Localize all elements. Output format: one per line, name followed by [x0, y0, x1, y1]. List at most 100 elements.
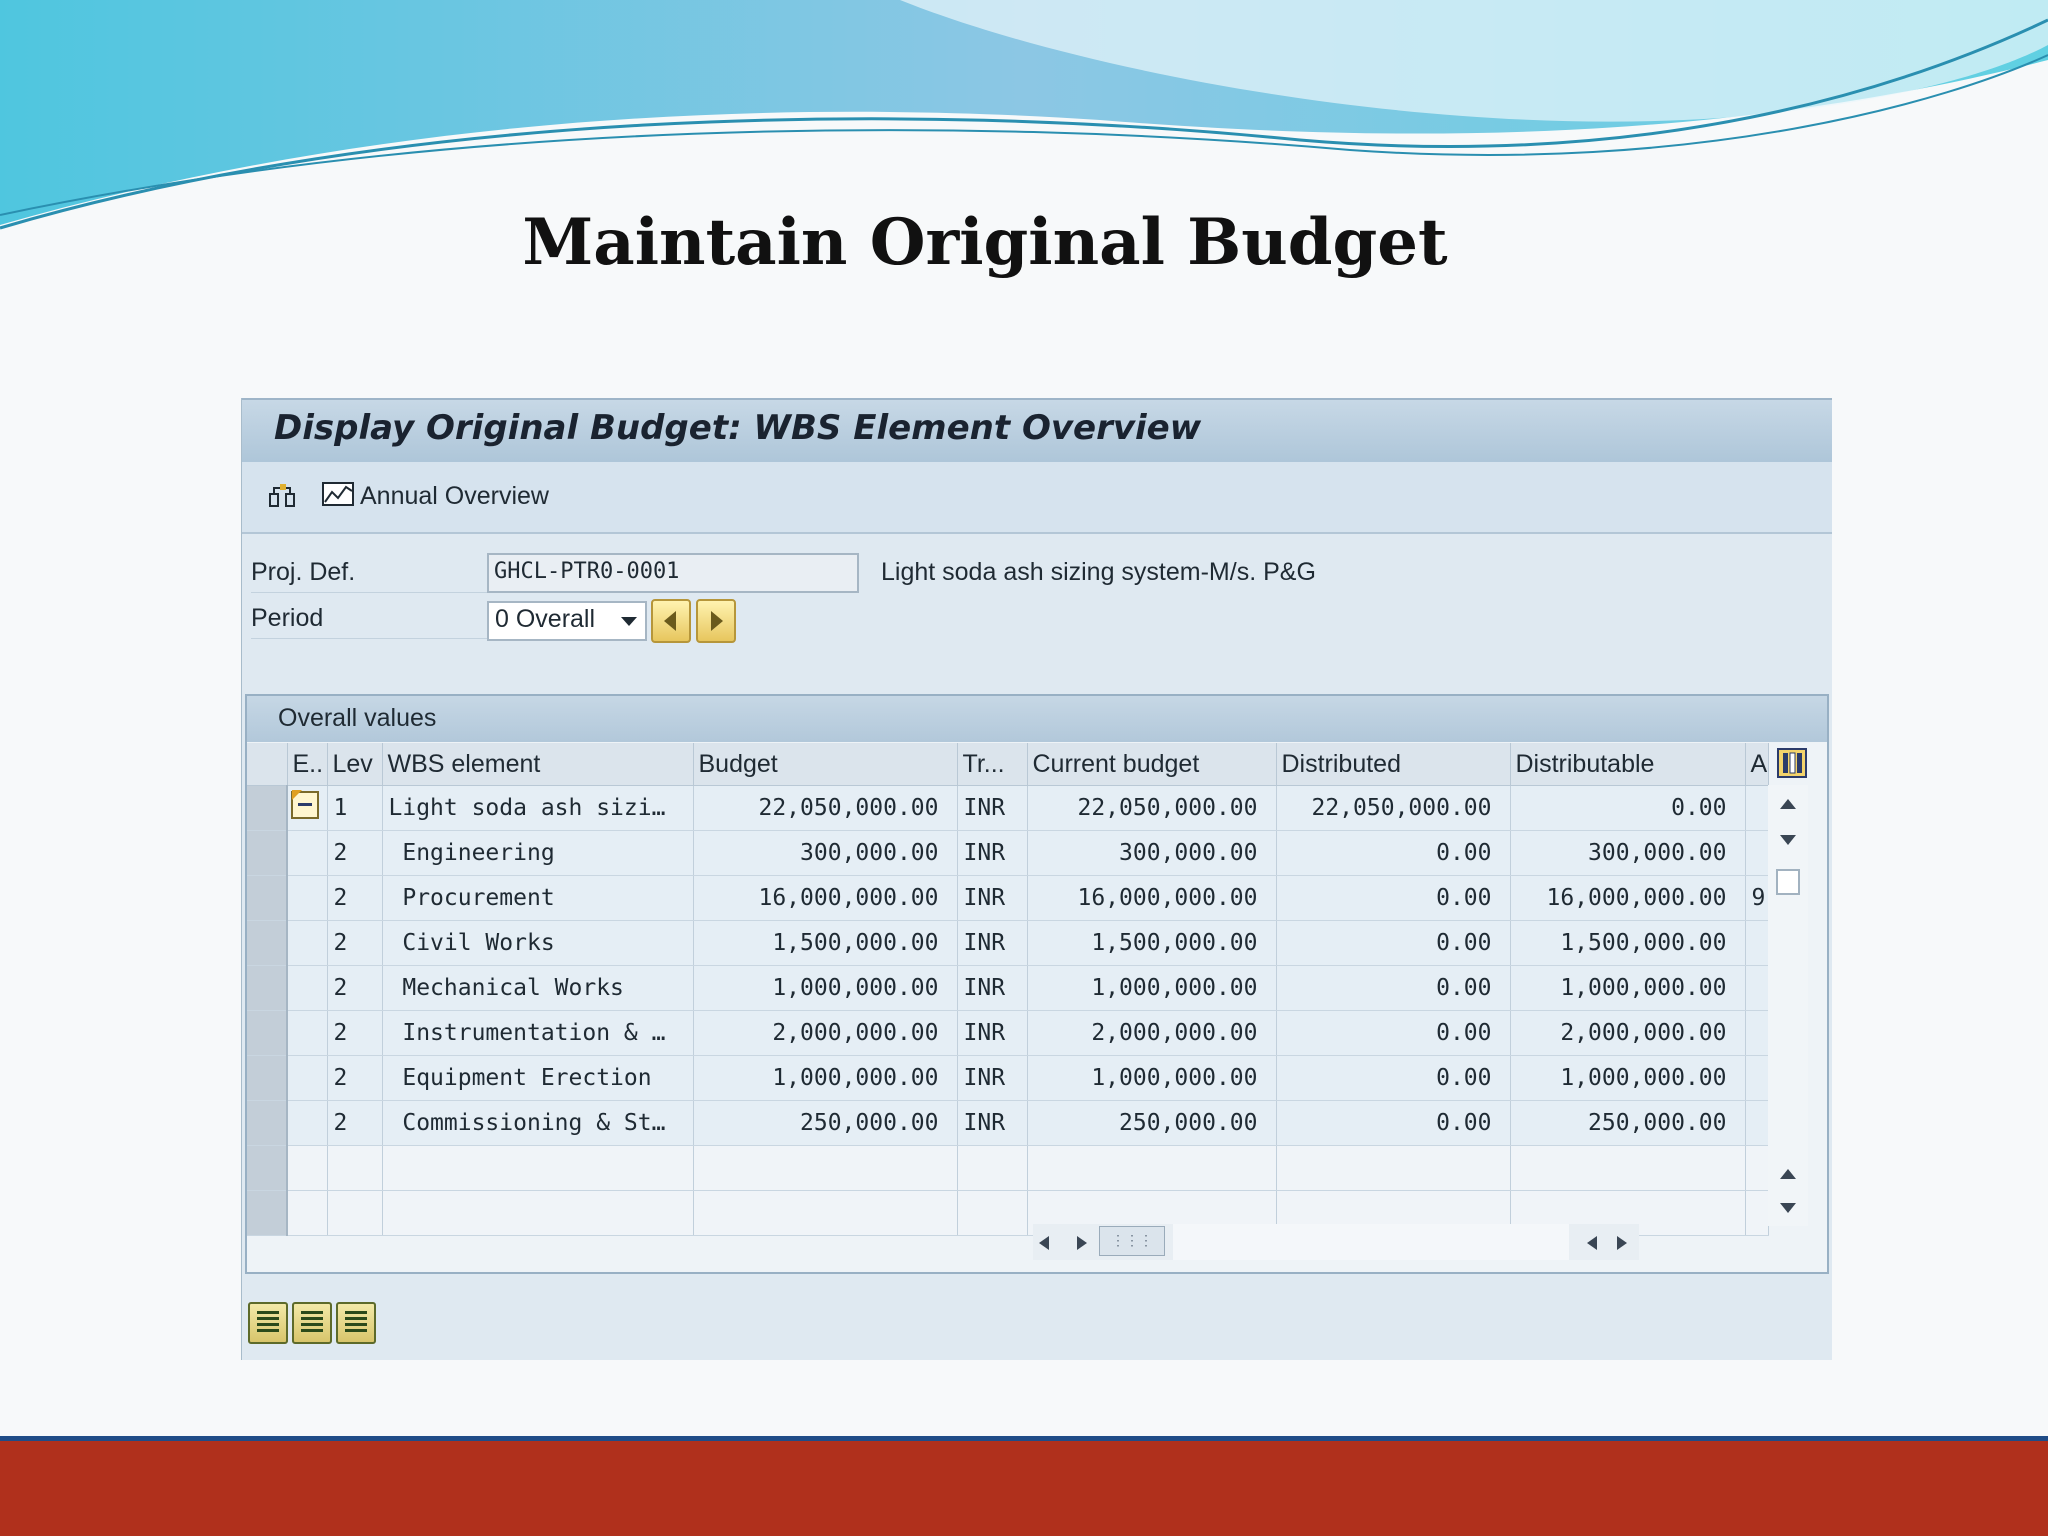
cell-distributable[interactable]: 1,500,000.00 — [1510, 920, 1746, 966]
detail-button[interactable] — [292, 1302, 332, 1344]
column-header[interactable]: Ass — [1745, 743, 1769, 786]
cell-lev[interactable]: 2 — [327, 920, 383, 966]
column-header[interactable]: Lev — [327, 743, 383, 786]
cell-budget[interactable]: 1,500,000.00 — [693, 920, 958, 966]
scroll-right-icon[interactable] — [1075, 1234, 1089, 1252]
cell-budget[interactable]: 16,000,000.00 — [693, 875, 958, 921]
cell-current[interactable]: 250,000.00 — [1027, 1100, 1277, 1146]
expand-cell[interactable] — [287, 875, 328, 921]
cell-wbs[interactable]: Instrumentation & … — [382, 1010, 694, 1056]
empty-cell[interactable] — [327, 1190, 383, 1236]
collapse-node-icon[interactable] — [290, 788, 320, 822]
scroll-thumb[interactable] — [1776, 869, 1800, 895]
fixed-columns-scrollbar[interactable]: ⋮⋮⋮ — [1033, 1224, 1173, 1260]
empty-cell[interactable] — [1745, 1190, 1769, 1236]
row-selector[interactable] — [247, 965, 288, 1011]
horizontal-scrollbar-end[interactable] — [1569, 1224, 1639, 1260]
table-row[interactable]: 2 Commissioning & St… 250,000.00 INR 250,00… — [247, 1100, 1769, 1146]
column-header[interactable]: Distributable — [1510, 743, 1746, 786]
row-selector[interactable] — [247, 875, 288, 921]
scroll-left-icon[interactable] — [1585, 1234, 1599, 1252]
empty-cell[interactable] — [327, 1145, 383, 1191]
expand-cell[interactable] — [287, 920, 328, 966]
scroll-up-icon[interactable] — [1778, 797, 1798, 811]
cell-lev[interactable]: 2 — [327, 1100, 383, 1146]
cell-lev[interactable]: 2 — [327, 875, 383, 921]
empty-cell[interactable] — [1027, 1145, 1277, 1191]
cell-distributable[interactable]: 1,000,000.00 — [1510, 965, 1746, 1011]
cell-wbs[interactable]: Procurement — [382, 875, 694, 921]
period-dropdown[interactable]: 0 Overall — [487, 601, 647, 641]
cell-ass[interactable] — [1745, 785, 1769, 831]
cell-ass[interactable] — [1745, 1100, 1769, 1146]
column-settings-icon[interactable] — [1777, 747, 1807, 781]
expand-cell[interactable] — [287, 830, 328, 876]
column-header[interactable]: E.. — [287, 743, 328, 786]
cell-ass[interactable]: 9 — [1745, 875, 1769, 921]
cell-budget[interactable]: 250,000.00 — [693, 1100, 958, 1146]
cell-budget[interactable]: 2,000,000.00 — [693, 1010, 958, 1056]
cell-current[interactable]: 300,000.00 — [1027, 830, 1277, 876]
next-period-button[interactable] — [696, 599, 736, 643]
empty-cell[interactable] — [1276, 1145, 1511, 1191]
cell-budget[interactable]: 300,000.00 — [693, 830, 958, 876]
cell-distributed[interactable]: 0.00 — [1276, 875, 1511, 921]
table-row[interactable]: 2 Mechanical Works 1,000,000.00 INR 1,000,0… — [247, 965, 1769, 1011]
select-all-header[interactable] — [247, 743, 288, 786]
empty-cell[interactable] — [957, 1190, 1028, 1236]
row-selector[interactable] — [247, 1100, 288, 1146]
vertical-scrollbar[interactable] — [1768, 785, 1808, 1226]
cell-current[interactable]: 1,000,000.00 — [1027, 965, 1277, 1011]
column-header[interactable]: Current budget — [1027, 743, 1277, 786]
row-selector[interactable] — [247, 1010, 288, 1056]
cell-distributed[interactable]: 0.00 — [1276, 920, 1511, 966]
cell-current[interactable]: 22,050,000.00 — [1027, 785, 1277, 831]
row-selector[interactable] — [247, 920, 288, 966]
cell-wbs[interactable]: Equipment Erection — [382, 1055, 694, 1101]
cell-distributed[interactable]: 22,050,000.00 — [1276, 785, 1511, 831]
expand-cell[interactable] — [287, 1100, 328, 1146]
cell-distributed[interactable]: 0.00 — [1276, 830, 1511, 876]
cell-tr[interactable]: INR — [957, 1100, 1028, 1146]
cell-distributable[interactable]: 300,000.00 — [1510, 830, 1746, 876]
cell-wbs[interactable]: Light soda ash sizi… — [382, 785, 694, 831]
annual-overview-icon[interactable] — [320, 478, 356, 512]
cell-tr[interactable]: INR — [957, 965, 1028, 1011]
cell-current[interactable]: 16,000,000.00 — [1027, 875, 1277, 921]
column-header[interactable]: Budget — [693, 743, 958, 786]
scroll-right-icon[interactable] — [1615, 1234, 1629, 1252]
export-button[interactable] — [248, 1302, 288, 1344]
empty-cell[interactable] — [1745, 1145, 1769, 1191]
cell-ass[interactable] — [1745, 920, 1769, 966]
empty-cell[interactable] — [382, 1190, 694, 1236]
table-row[interactable]: 2 Civil Works 1,500,000.00 INR 1,500,000.00… — [247, 920, 1769, 966]
cell-distributable[interactable]: 2,000,000.00 — [1510, 1010, 1746, 1056]
cell-tr[interactable]: INR — [957, 785, 1028, 831]
cell-current[interactable]: 1,500,000.00 — [1027, 920, 1277, 966]
scroll-left-icon[interactable] — [1037, 1234, 1051, 1252]
cell-distributed[interactable]: 0.00 — [1276, 1100, 1511, 1146]
local-file-button[interactable] — [336, 1302, 376, 1344]
cell-distributed[interactable]: 0.00 — [1276, 1010, 1511, 1056]
row-selector[interactable] — [247, 1055, 288, 1101]
cell-tr[interactable]: INR — [957, 830, 1028, 876]
cell-lev[interactable]: 2 — [327, 1010, 383, 1056]
cell-lev[interactable]: 1 — [327, 785, 383, 831]
proj-def-field[interactable]: GHCL-PTR0-0001 — [487, 553, 859, 593]
row-selector[interactable] — [247, 1190, 288, 1236]
empty-cell[interactable] — [957, 1145, 1028, 1191]
cell-wbs[interactable]: Civil Works — [382, 920, 694, 966]
expand-cell[interactable] — [287, 1055, 328, 1101]
table-row[interactable]: 1 Light soda ash sizi… 22,050,000.00 INR 22,… — [247, 785, 1769, 831]
table-row[interactable]: 2 Procurement 16,000,000.00 INR 16,000,000.… — [247, 875, 1769, 921]
cell-wbs[interactable]: Commissioning & St… — [382, 1100, 694, 1146]
column-header[interactable]: Tr... — [957, 743, 1028, 786]
empty-cell[interactable] — [1510, 1145, 1746, 1191]
cell-tr[interactable]: INR — [957, 920, 1028, 966]
empty-table-row[interactable] — [247, 1145, 1769, 1191]
row-selector[interactable] — [247, 1145, 288, 1191]
cell-distributed[interactable]: 0.00 — [1276, 1055, 1511, 1101]
horizontal-scroll-track[interactable] — [1173, 1224, 1569, 1260]
page-down-icon[interactable] — [1778, 1201, 1798, 1215]
scroll-down-icon[interactable] — [1778, 833, 1798, 847]
